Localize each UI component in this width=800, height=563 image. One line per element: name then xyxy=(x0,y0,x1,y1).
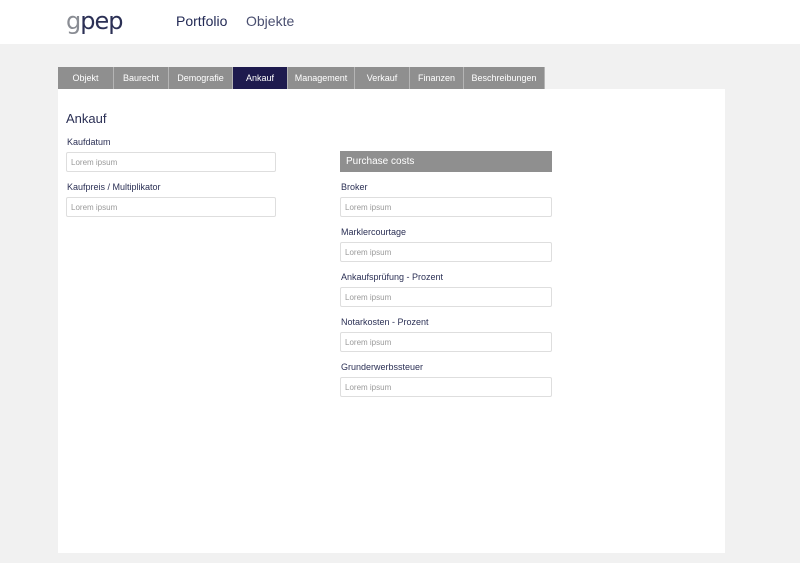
tab-ankauf[interactable]: Ankauf xyxy=(233,67,288,89)
tab-beschreibungen[interactable]: Beschreibungen xyxy=(464,67,545,89)
tab-objekt[interactable]: Objekt xyxy=(58,67,114,89)
ankaufspruefung-label: Ankaufsprüfung - Prozent xyxy=(341,272,444,282)
ankaufspruefung-input[interactable] xyxy=(340,287,552,307)
nav-portfolio[interactable]: Portfolio xyxy=(176,12,227,30)
notarkosten-label: Notarkosten - Prozent xyxy=(341,317,429,327)
kaufdatum-input[interactable] xyxy=(66,152,276,172)
marklercourtage-input[interactable] xyxy=(340,242,552,262)
top-bar: gpep Portfolio Objekte xyxy=(0,0,800,44)
kaufpreis-label: Kaufpreis / Multiplikator xyxy=(67,182,161,192)
tab-finanzen[interactable]: Finanzen xyxy=(410,67,464,89)
page-title: Ankauf xyxy=(66,111,107,126)
tab-baurecht[interactable]: Baurecht xyxy=(114,67,169,89)
purchase-costs-header: Purchase costs xyxy=(340,151,552,172)
broker-label: Broker xyxy=(341,182,368,192)
tab-verkauf[interactable]: Verkauf xyxy=(355,67,410,89)
notarkosten-input[interactable] xyxy=(340,332,552,352)
nav-objekte[interactable]: Objekte xyxy=(246,12,294,30)
kaufpreis-input[interactable] xyxy=(66,197,276,217)
marklercourtage-label: Marklercourtage xyxy=(341,227,407,237)
broker-input[interactable] xyxy=(340,197,552,217)
kaufdatum-label: Kaufdatum xyxy=(67,137,111,147)
logo-g: g xyxy=(66,7,81,35)
gpep-logo[interactable]: gpep xyxy=(66,6,123,36)
tab-bar: Objekt Baurecht Demografie Ankauf Manage… xyxy=(58,67,545,89)
logo-rest: pep xyxy=(80,7,123,35)
tab-management[interactable]: Management xyxy=(288,67,355,89)
tab-demografie[interactable]: Demografie xyxy=(169,67,233,89)
ankauf-panel: Ankauf Kaufdatum Kaufpreis / Multiplikat… xyxy=(58,89,725,553)
grunderwerbssteuer-label: Grunderwerbssteuer xyxy=(341,362,424,372)
grunderwerbssteuer-input[interactable] xyxy=(340,377,552,397)
